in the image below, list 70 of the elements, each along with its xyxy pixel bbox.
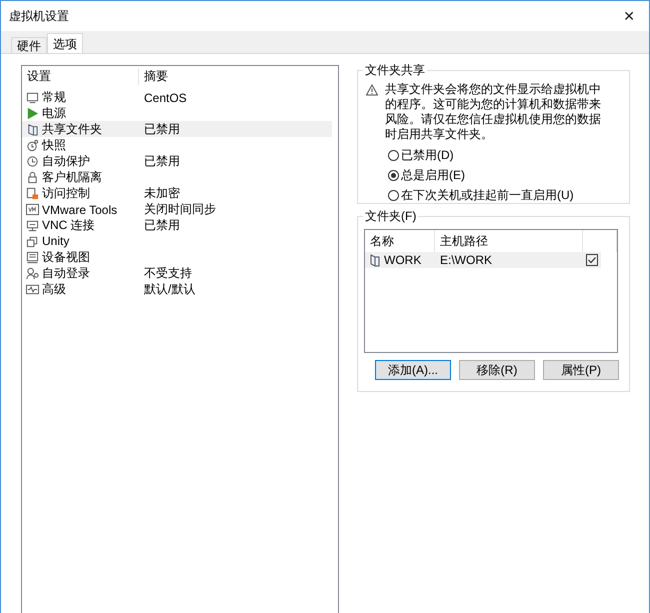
settings-row[interactable]: VNC 连接 已禁用 bbox=[22, 217, 332, 233]
host-path: E:\WORK bbox=[439, 253, 494, 267]
setting-name: 设备视图 bbox=[42, 249, 90, 266]
setting-summary: 未加密 bbox=[144, 186, 180, 200]
setting-name: VMware Tools bbox=[42, 202, 118, 216]
setting-summary: 已禁用 bbox=[144, 218, 180, 232]
setting-name: 访问控制 bbox=[42, 185, 90, 202]
settings-row[interactable]: 常规 CentOS bbox=[22, 89, 332, 105]
setting-name: 自动登录 bbox=[42, 265, 90, 282]
radio-button[interactable] bbox=[388, 190, 399, 200]
radio-label[interactable]: 总是启用(E) bbox=[401, 166, 465, 184]
setting-name: 客户机隔离 bbox=[42, 169, 102, 186]
column-header[interactable]: 摘要 bbox=[138, 68, 338, 84]
radio-button[interactable] bbox=[388, 170, 399, 180]
settings-row[interactable]: VMware Tools 关闭时间同步 bbox=[22, 201, 332, 217]
radio-label[interactable]: 在下次关机或挂起前一直启用(U) bbox=[401, 186, 574, 204]
warning-message: 共享文件夹会将您的文件显示给虚拟机中的程序。这可能为您的计算机和数据带来风险。请仅在您信任虚拟机使用您的数据时启用共享文件夹。 bbox=[385, 82, 602, 142]
group-title: 文件夹共享 bbox=[363, 63, 427, 77]
window-title: 虚拟机设置 bbox=[9, 8, 69, 24]
setting-icon bbox=[26, 155, 39, 168]
radio-button[interactable] bbox=[388, 150, 399, 160]
settings-row[interactable]: 快照 bbox=[22, 137, 332, 153]
setting-icon bbox=[26, 139, 39, 152]
setting-name: 电源 bbox=[42, 105, 66, 122]
setting-name: 自动保护 bbox=[42, 153, 90, 170]
settings-row[interactable]: 自动登录 不受支持 bbox=[22, 265, 332, 281]
warning-icon bbox=[366, 84, 378, 96]
setting-summary: 已禁用 bbox=[144, 122, 180, 136]
checkbox[interactable] bbox=[586, 254, 598, 266]
setting-icon bbox=[26, 187, 39, 200]
settings-row[interactable]: 高级 默认/默认 bbox=[22, 281, 332, 297]
setting-icon bbox=[26, 234, 39, 248]
setting-summary: 不受支持 bbox=[144, 266, 192, 280]
settings-row[interactable]: 电源 bbox=[22, 105, 332, 121]
settings-row[interactable]: Unity bbox=[22, 233, 332, 249]
setting-icon bbox=[26, 267, 39, 280]
setting-name: 快照 bbox=[42, 137, 66, 154]
setting-icon bbox=[26, 123, 39, 136]
setting-name: 共享文件夹 bbox=[42, 121, 102, 138]
setting-name: VNC 连接 bbox=[42, 217, 95, 234]
settings-row[interactable]: 客户机隔离 bbox=[22, 169, 332, 185]
folder-name: WORK bbox=[384, 253, 422, 267]
dialog-button[interactable]: 添加(A)... bbox=[375, 360, 451, 380]
setting-name: 高级 bbox=[42, 281, 66, 298]
setting-summary: 已禁用 bbox=[144, 154, 180, 168]
setting-name: Unity bbox=[42, 234, 70, 248]
settings-row[interactable]: 设备视图 bbox=[22, 249, 332, 265]
setting-icon bbox=[26, 91, 39, 104]
setting-summary: 关闭时间同步 bbox=[144, 202, 216, 216]
radio-label[interactable]: 已禁用(D) bbox=[401, 146, 454, 164]
setting-icon bbox=[26, 283, 39, 296]
close-button[interactable]: ✕ bbox=[619, 8, 639, 24]
column-header[interactable]: 设置 bbox=[22, 68, 138, 84]
folder-icon bbox=[370, 254, 381, 266]
setting-summary: CentOS bbox=[144, 90, 187, 104]
settings-row[interactable]: 访问控制 未加密 bbox=[22, 185, 332, 201]
setting-name: 常规 bbox=[42, 89, 66, 106]
setting-summary: 默认/默认 bbox=[144, 282, 196, 296]
dialog-button[interactable]: 移除(R) bbox=[459, 360, 535, 380]
folder-row[interactable]: WORK E:\WORK bbox=[365, 252, 601, 268]
tab[interactable]: 硬件 bbox=[11, 37, 47, 53]
settings-row[interactable]: 自动保护 已禁用 bbox=[22, 153, 332, 169]
setting-icon bbox=[26, 203, 39, 216]
setting-icon bbox=[26, 251, 39, 264]
setting-icon bbox=[26, 219, 39, 232]
group-title: 文件夹(F) bbox=[363, 209, 418, 223]
tab[interactable]: 选项 bbox=[47, 33, 83, 53]
dialog-button[interactable]: 属性(P) bbox=[543, 360, 619, 380]
settings-row[interactable]: 共享文件夹 已禁用 bbox=[22, 121, 332, 137]
setting-icon bbox=[26, 171, 39, 184]
